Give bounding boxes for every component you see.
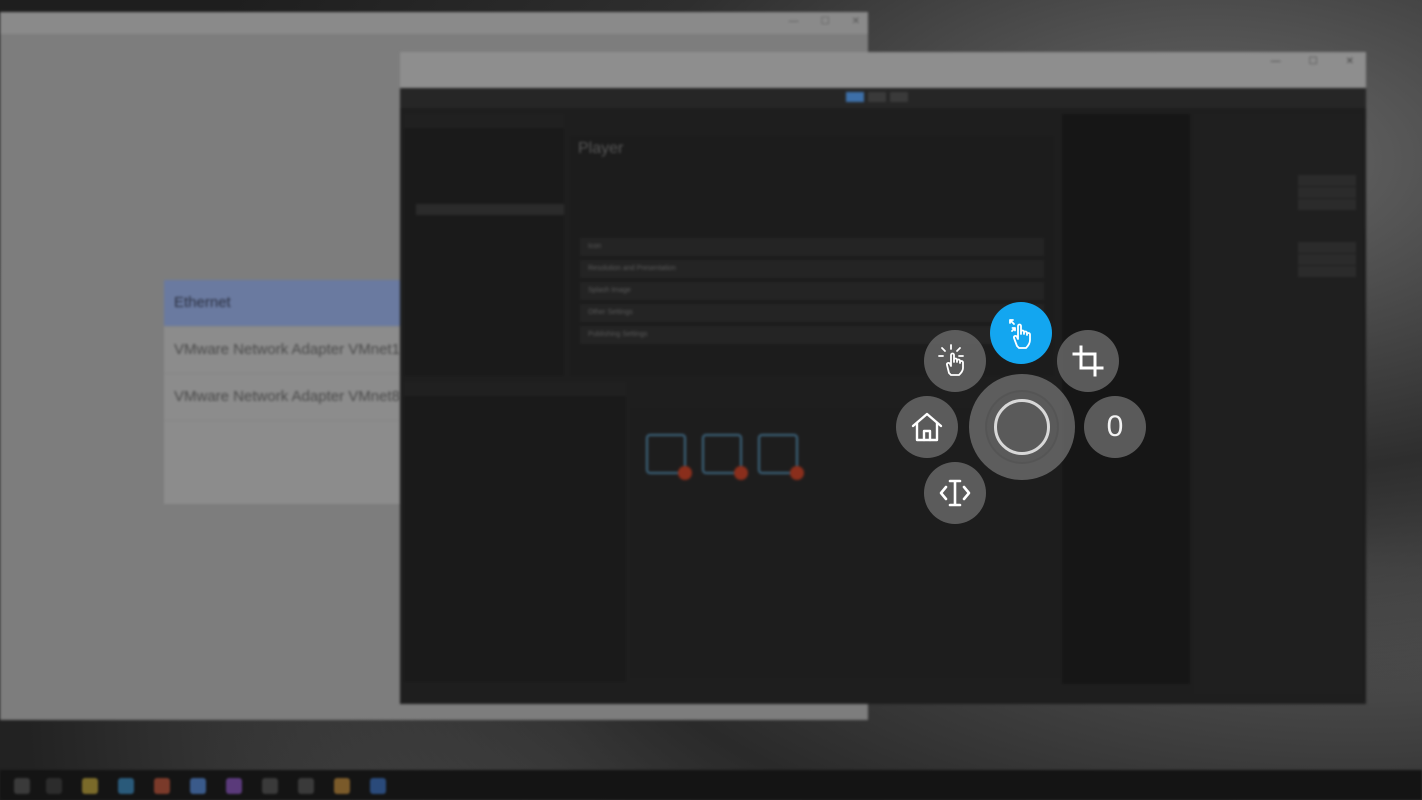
unity-editor-window: — ☐ ✕ Player Icon Resolution and Present…: [400, 52, 1366, 704]
crop-button[interactable]: [1057, 330, 1119, 392]
unity-titlebar: [400, 52, 1366, 74]
asset-item[interactable]: [644, 434, 692, 480]
minimize-icon[interactable]: —: [1271, 56, 1281, 67]
search-icon[interactable]: [46, 778, 62, 794]
inspector-row: [1200, 254, 1356, 265]
maximize-icon[interactable]: ☐: [821, 16, 830, 27]
app-icon[interactable]: [370, 778, 386, 794]
project-tree: [404, 382, 626, 682]
pinch-gesture-button[interactable]: [990, 302, 1052, 364]
file-explorer-icon[interactable]: [82, 778, 98, 794]
close-icon[interactable]: ✕: [852, 16, 860, 27]
inspector-row: [1200, 242, 1356, 253]
project-tabs: [404, 382, 626, 396]
edge-icon[interactable]: [118, 778, 134, 794]
counter-value: 0: [1106, 410, 1124, 443]
unity-menubar: [400, 74, 1366, 88]
pinch-hand-icon: [1009, 319, 1031, 349]
play-controls: [846, 92, 908, 102]
crop-icon: [1072, 345, 1104, 377]
player-heading: Player: [578, 140, 624, 157]
text-cursor-icon: [939, 479, 971, 507]
app-icon[interactable]: [190, 778, 206, 794]
unity-toolbar: [400, 88, 1366, 108]
tap-gesture-button[interactable]: [924, 330, 986, 392]
maximize-icon[interactable]: ☐: [1309, 56, 1318, 67]
minimize-icon[interactable]: —: [789, 16, 799, 27]
inspector-row: [1200, 266, 1356, 277]
background-window-controls: — ☐ ✕: [789, 16, 860, 27]
section-splash[interactable]: Splash Image: [580, 282, 1044, 300]
close-icon[interactable]: ✕: [1346, 56, 1354, 67]
counter-button[interactable]: 0: [1084, 396, 1146, 458]
inspector-panel: [1194, 114, 1362, 694]
play-icon[interactable]: [846, 92, 864, 102]
app-icon[interactable]: [334, 778, 350, 794]
asset-item[interactable]: [756, 434, 804, 480]
home-button[interactable]: [896, 396, 958, 458]
home-icon: [911, 412, 943, 442]
settings-tree: [404, 128, 564, 331]
section-icon[interactable]: Icon: [580, 238, 1044, 256]
inspector-row: [1200, 199, 1356, 210]
settings-tabs: [404, 114, 564, 128]
section-resolution[interactable]: Resolution and Presentation: [580, 260, 1044, 278]
section-other[interactable]: Other Settings: [580, 304, 1044, 322]
chrome-icon[interactable]: [154, 778, 170, 794]
adapter-item-vmnet8[interactable]: VMware Network Adapter VMnet8: [164, 374, 404, 421]
adapter-item-vmnet1[interactable]: VMware Network Adapter VMnet1: [164, 327, 404, 374]
player-settings-panel: Player Icon Resolution and Presentation …: [570, 136, 1054, 376]
inspector-row: [1200, 187, 1356, 198]
settings-item-player[interactable]: [416, 203, 564, 216]
app-icon[interactable]: [226, 778, 242, 794]
assistive-center-button[interactable]: [987, 392, 1057, 462]
start-icon[interactable]: [14, 778, 30, 794]
unity-icon[interactable]: [298, 778, 314, 794]
asset-item[interactable]: [700, 434, 748, 480]
text-cursor-button[interactable]: [924, 462, 986, 524]
app-icon[interactable]: [262, 778, 278, 794]
taskbar: [0, 770, 1422, 800]
adapter-list: Ethernet VMware Network Adapter VMnet1 V…: [164, 280, 404, 504]
pause-icon[interactable]: [868, 92, 886, 102]
unity-window-controls: — ☐ ✕: [1271, 56, 1354, 67]
tap-pointer-icon: [938, 344, 964, 376]
inspector-row: [1200, 175, 1356, 186]
project-settings-list: [404, 114, 564, 376]
background-window-titlebar: [0, 12, 868, 34]
adapter-item-ethernet[interactable]: Ethernet: [164, 280, 404, 327]
step-icon[interactable]: [890, 92, 908, 102]
